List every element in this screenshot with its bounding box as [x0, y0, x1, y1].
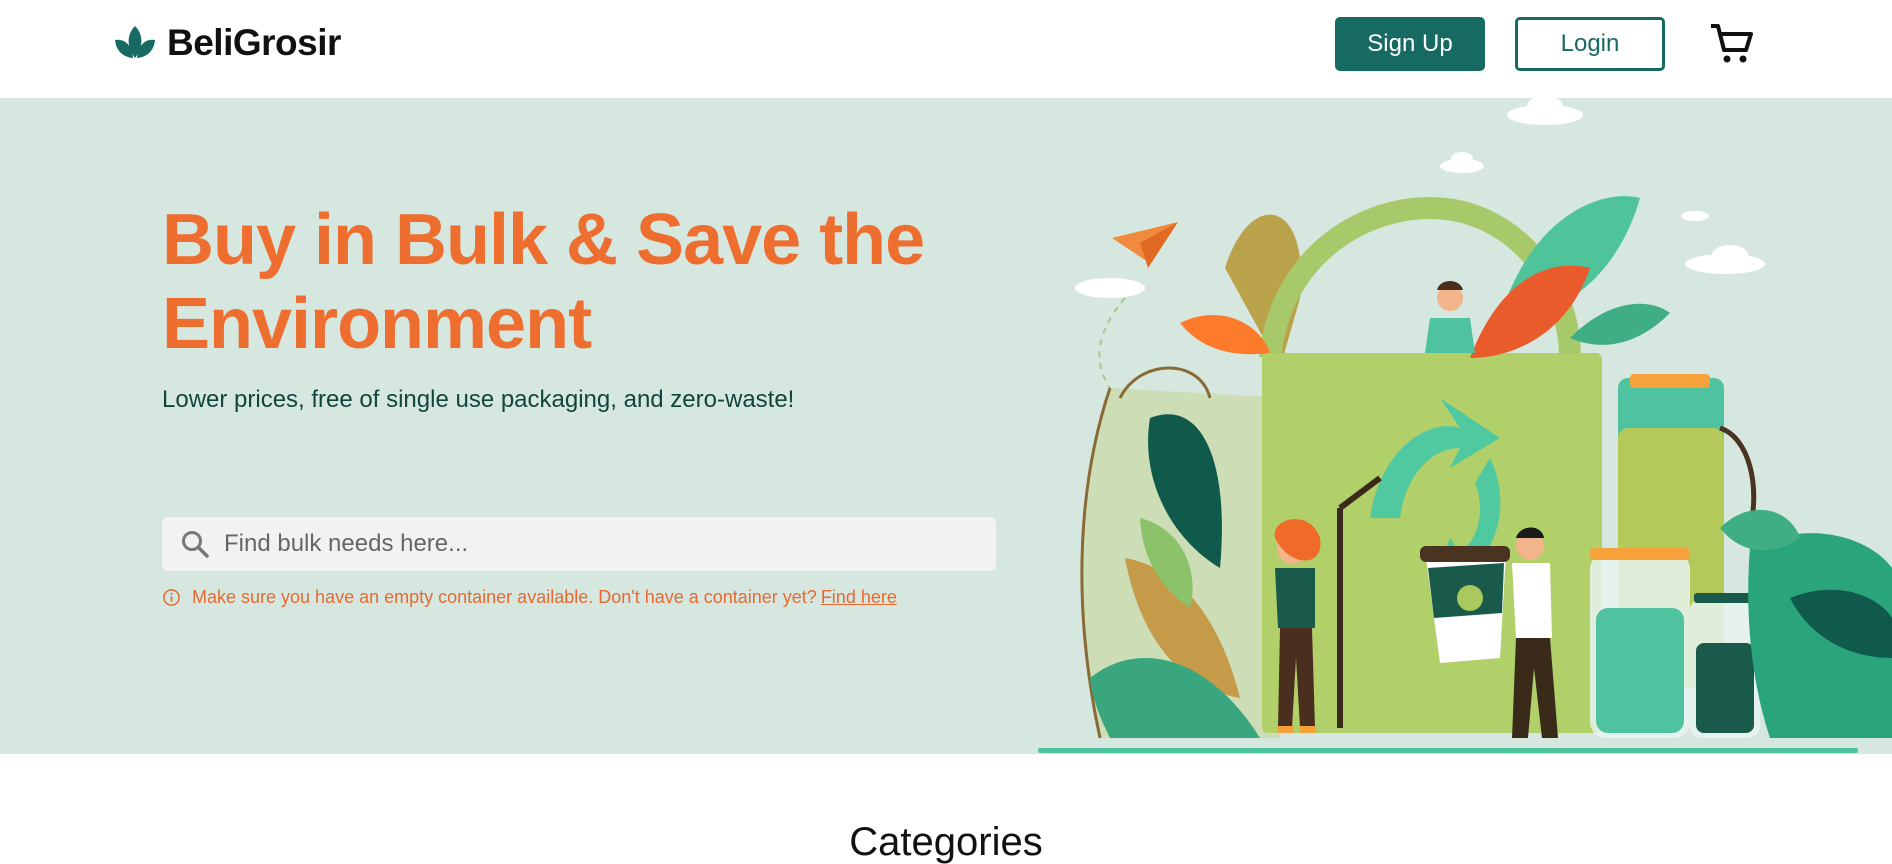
- bulk-shopping-illustration: [1038, 98, 1892, 753]
- brand-logo[interactable]: BeliGrosir: [113, 22, 341, 64]
- search-input[interactable]: [224, 530, 964, 558]
- cart-icon[interactable]: [1708, 20, 1754, 66]
- hero-title: Buy in Bulk & Save the Environment: [162, 200, 925, 364]
- hero-banner: Buy in Bulk & Save the Environment Lower…: [0, 98, 1892, 754]
- container-notice: Make sure you have an empty container av…: [162, 587, 897, 608]
- search-bar[interactable]: [162, 517, 996, 571]
- find-container-link[interactable]: Find here: [821, 587, 897, 608]
- site-header: BeliGrosir Sign Up Login: [0, 0, 1892, 98]
- categories-heading: Categories: [849, 820, 1043, 864]
- hero-subtitle: Lower prices, free of single use packagi…: [162, 386, 795, 413]
- signup-button[interactable]: Sign Up: [1335, 17, 1485, 71]
- login-button[interactable]: Login: [1515, 17, 1665, 71]
- info-icon: [163, 589, 180, 606]
- notice-text: Make sure you have an empty container av…: [192, 587, 817, 607]
- search-icon: [182, 531, 209, 558]
- leaf-logo-icon: [115, 26, 155, 58]
- brand-name: BeliGrosir: [167, 22, 341, 63]
